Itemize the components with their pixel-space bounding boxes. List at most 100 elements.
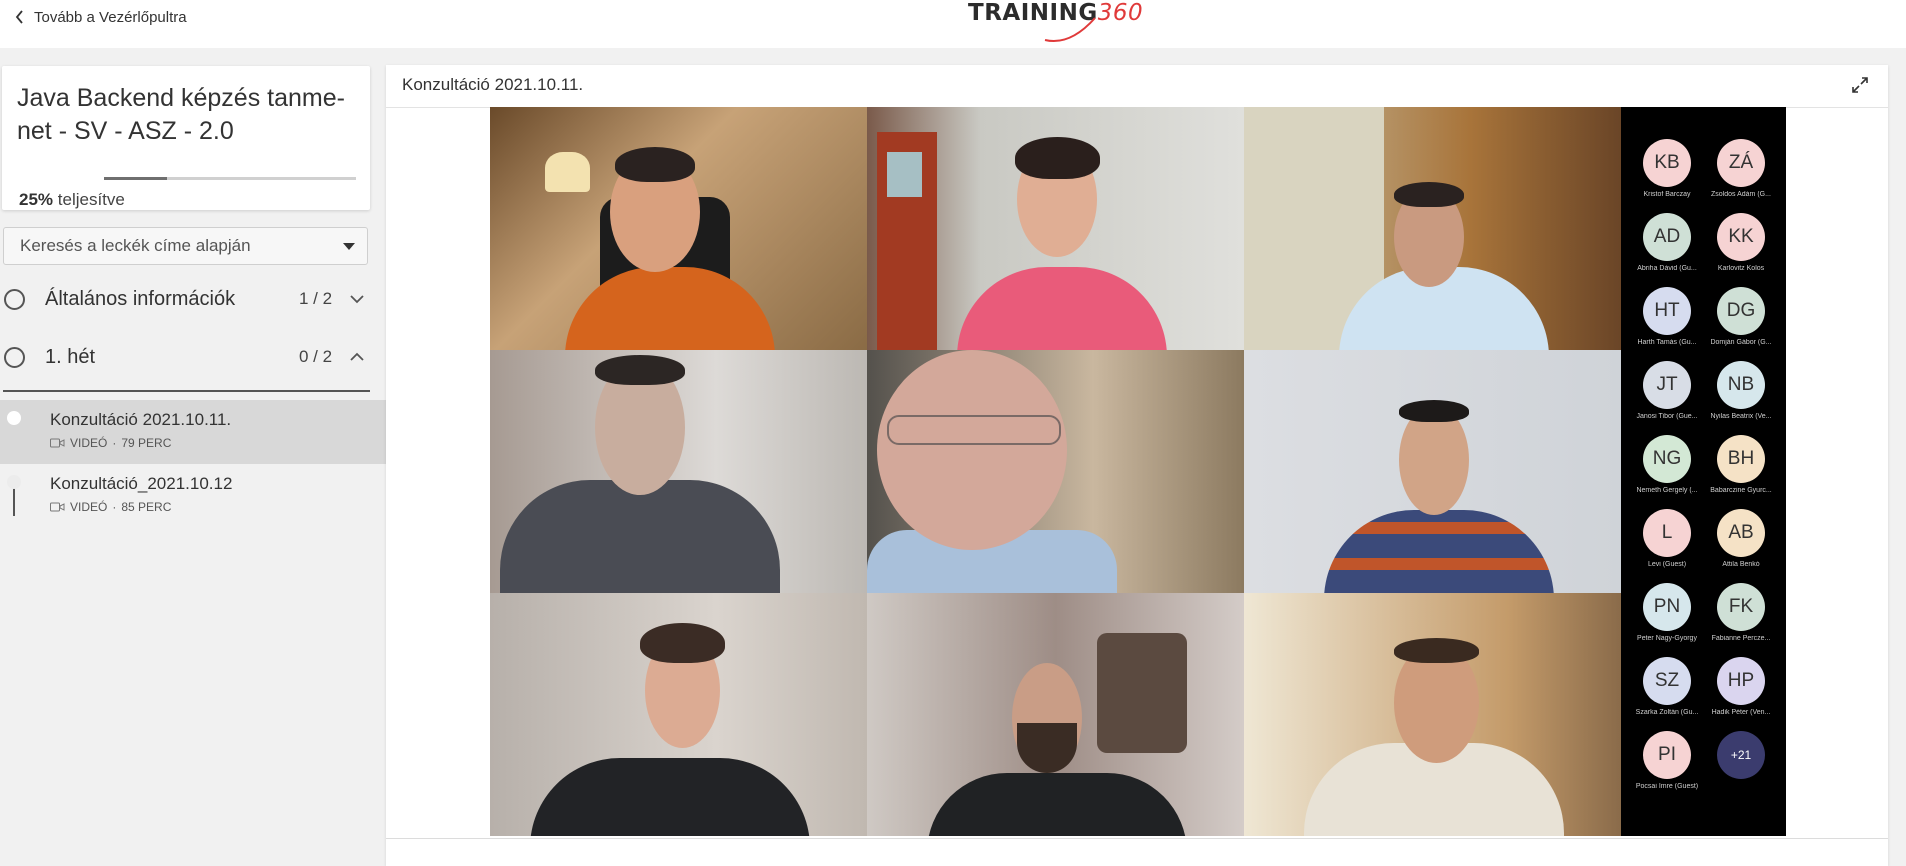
- participant-avatar: KK: [1717, 213, 1765, 261]
- video-tile: [867, 593, 1244, 836]
- participant-name: Peter Nagy-Gyorgy: [1637, 635, 1697, 642]
- logo-swoosh-icon: [1044, 17, 1096, 42]
- participant-avatar-cell: JT Janosi Tibor (Gue...: [1629, 361, 1705, 435]
- participant-avatar-cell: KB Kristof Barczay: [1629, 139, 1705, 213]
- participant-avatar: NB: [1717, 361, 1765, 409]
- caret-down-icon: [343, 243, 355, 250]
- progress-percent: 25%: [19, 190, 54, 209]
- lesson-search-select[interactable]: Keresés a leckék címe alapján: [3, 227, 368, 265]
- lesson-meta-separator: ·: [112, 500, 117, 514]
- participant-avatar-cell: KK Karlovitz Kolos: [1703, 213, 1779, 287]
- participant-avatar-cell: ZÁ Zsoldos Adám (G...: [1703, 139, 1779, 213]
- lesson-meta: VIDEÓ · 85 PERC: [50, 500, 171, 514]
- back-link-label: Tovább a Vezérlőpultra: [34, 8, 187, 26]
- participant-avatar-cell: BH Babarczine Gyurc...: [1703, 435, 1779, 509]
- section-count: 1 / 2: [299, 289, 333, 308]
- participant-avatar[interactable]: +21: [1717, 731, 1765, 779]
- participant-avatar: FK: [1717, 583, 1765, 631]
- participant-avatar: HP: [1717, 657, 1765, 705]
- participant-avatar: ZÁ: [1717, 139, 1765, 187]
- participant-name: Zsoldos Adám (G...: [1711, 191, 1771, 198]
- participant-avatar-cell: AD Abriha Dávid (Gu...: [1629, 213, 1705, 287]
- bottom-divider: [386, 838, 1888, 839]
- participant-name: Harth Tamás (Gu...: [1637, 339, 1697, 346]
- logo-number: 360: [1097, 0, 1144, 26]
- section-altalanos-informaciok[interactable]: Általános információk 1 / 2: [0, 274, 370, 324]
- lesson-meta: VIDEÓ · 79 PERC: [50, 436, 171, 450]
- video-tile: [1244, 593, 1621, 836]
- lesson-heading: Konzultáció 2021.10.11.: [402, 75, 584, 94]
- lesson-type: VIDEÓ: [70, 500, 108, 514]
- top-bar: Tovább a Vezérlőpultra TRAINING360: [0, 0, 1906, 48]
- participant-name: Attila Benkó: [1722, 561, 1760, 568]
- video-camera-icon: [50, 502, 65, 512]
- section-title: Általános információk: [45, 287, 236, 310]
- video-camera-icon: [50, 438, 65, 448]
- participant-name: Levi (Guest): [1647, 561, 1687, 568]
- participant-avatar: HT: [1643, 287, 1691, 335]
- participant-name: Szarka Zoltán (Gu...: [1635, 709, 1699, 716]
- logo: TRAINING360: [968, 0, 1143, 44]
- video-tile: [867, 107, 1244, 350]
- participant-avatar-cell: PI Pocsai Imre (Guest): [1629, 731, 1705, 805]
- participant-name: Karlovitz Kolos: [1717, 265, 1765, 272]
- lesson-title: Konzultáció_2021.10.12: [50, 474, 233, 493]
- video-player[interactable]: KB Kristof Barczay ZÁ Zsoldos Adám (G... AD A…: [490, 107, 1786, 836]
- participant-name: Babarczine Gyurc...: [1710, 487, 1772, 494]
- main-panel: Konzultáció 2021.10.11. KB Kristof Barcz…: [386, 65, 1888, 866]
- participant-name: Kristof Barczay: [1643, 191, 1691, 198]
- chevron-down-icon: [350, 295, 364, 304]
- lesson-duration: 85 PERC: [121, 500, 172, 514]
- section-divider: [3, 390, 370, 392]
- section-progress-circle-icon: [4, 288, 25, 310]
- participant-avatar-cell: SZ Szarka Zoltán (Gu...: [1629, 657, 1705, 731]
- participant-avatar: BH: [1717, 435, 1765, 483]
- main-header: Konzultáció 2021.10.11.: [386, 65, 1888, 108]
- participant-avatar: NG: [1643, 435, 1691, 483]
- video-tile: [867, 350, 1244, 593]
- participant-avatar-cell: DG Domján Gábor (G...: [1703, 287, 1779, 361]
- lesson-item[interactable]: Konzultáció_2021.10.12 VIDEÓ · 85 PERC: [0, 464, 386, 528]
- participant-avatar-cell: PN Peter Nagy-Gyorgy: [1629, 583, 1705, 657]
- section-progress-circle-icon: [4, 346, 25, 368]
- participant-avatar-cell: NB Nyilas Beatrix (Ve...: [1703, 361, 1779, 435]
- participant-avatar-cell: HT Harth Tamás (Gu...: [1629, 287, 1705, 361]
- participant-name: Fabianne Percze...: [1711, 635, 1771, 642]
- participant-avatar-cell: FK Fabianne Percze...: [1703, 583, 1779, 657]
- participant-name: Domján Gábor (G...: [1710, 339, 1772, 346]
- progress-bar: [104, 177, 356, 180]
- participant-avatar: JT: [1643, 361, 1691, 409]
- chevron-up-icon: [350, 352, 364, 361]
- participant-avatar: PI: [1643, 731, 1691, 779]
- participant-avatar: KB: [1643, 139, 1691, 187]
- lesson-status-dot-icon: [7, 411, 21, 425]
- lesson-status-dot-icon: [7, 475, 21, 489]
- participant-name: Pocsai Imre (Guest): [1635, 783, 1699, 790]
- back-to-dashboard-link[interactable]: Tovább a Vezérlőpultra: [14, 7, 187, 27]
- participant-avatar: SZ: [1643, 657, 1691, 705]
- lesson-title: Konzultáció 2021.10.11.: [50, 410, 232, 429]
- video-tile: [1244, 350, 1621, 593]
- course-title: Java Backend képzés tanme-net - SV - ASZ…: [17, 84, 345, 145]
- participant-avatar-cell: AB Attila Benkó: [1703, 509, 1779, 583]
- section-1-het[interactable]: 1. hét 0 / 2: [0, 332, 370, 382]
- participant-name: Nyilas Beatrix (Ve...: [1710, 413, 1772, 420]
- lesson-duration: 79 PERC: [121, 436, 172, 450]
- lesson-item[interactable]: Konzultáció 2021.10.11. VIDEÓ · 79 PERC: [0, 400, 386, 464]
- course-card: Java Backend képzés tanme-net - SV - ASZ…: [2, 66, 370, 210]
- section-count: 0 / 2: [299, 347, 333, 366]
- participant-avatar-cell: HP Hadik Péter (Ven...: [1703, 657, 1779, 731]
- participant-roster: KB Kristof Barczay ZÁ Zsoldos Adám (G... AD A…: [1621, 107, 1786, 836]
- sidebar: Java Backend képzés tanme-net - SV - ASZ…: [0, 48, 386, 866]
- participant-avatar: AD: [1643, 213, 1691, 261]
- video-tile: [1244, 107, 1621, 350]
- lesson-type: VIDEÓ: [70, 436, 108, 450]
- expand-icon[interactable]: [1850, 75, 1870, 95]
- participant-avatar: PN: [1643, 583, 1691, 631]
- video-tile: [490, 107, 867, 350]
- participant-avatar: AB: [1717, 509, 1765, 557]
- participant-name: Abriha Dávid (Gu...: [1637, 265, 1697, 272]
- participant-avatar-cell: NG Nemeth Gergely (...: [1629, 435, 1705, 509]
- participant-name: Nemeth Gergely (...: [1636, 487, 1698, 494]
- participant-avatar-cell: +21: [1703, 731, 1779, 805]
